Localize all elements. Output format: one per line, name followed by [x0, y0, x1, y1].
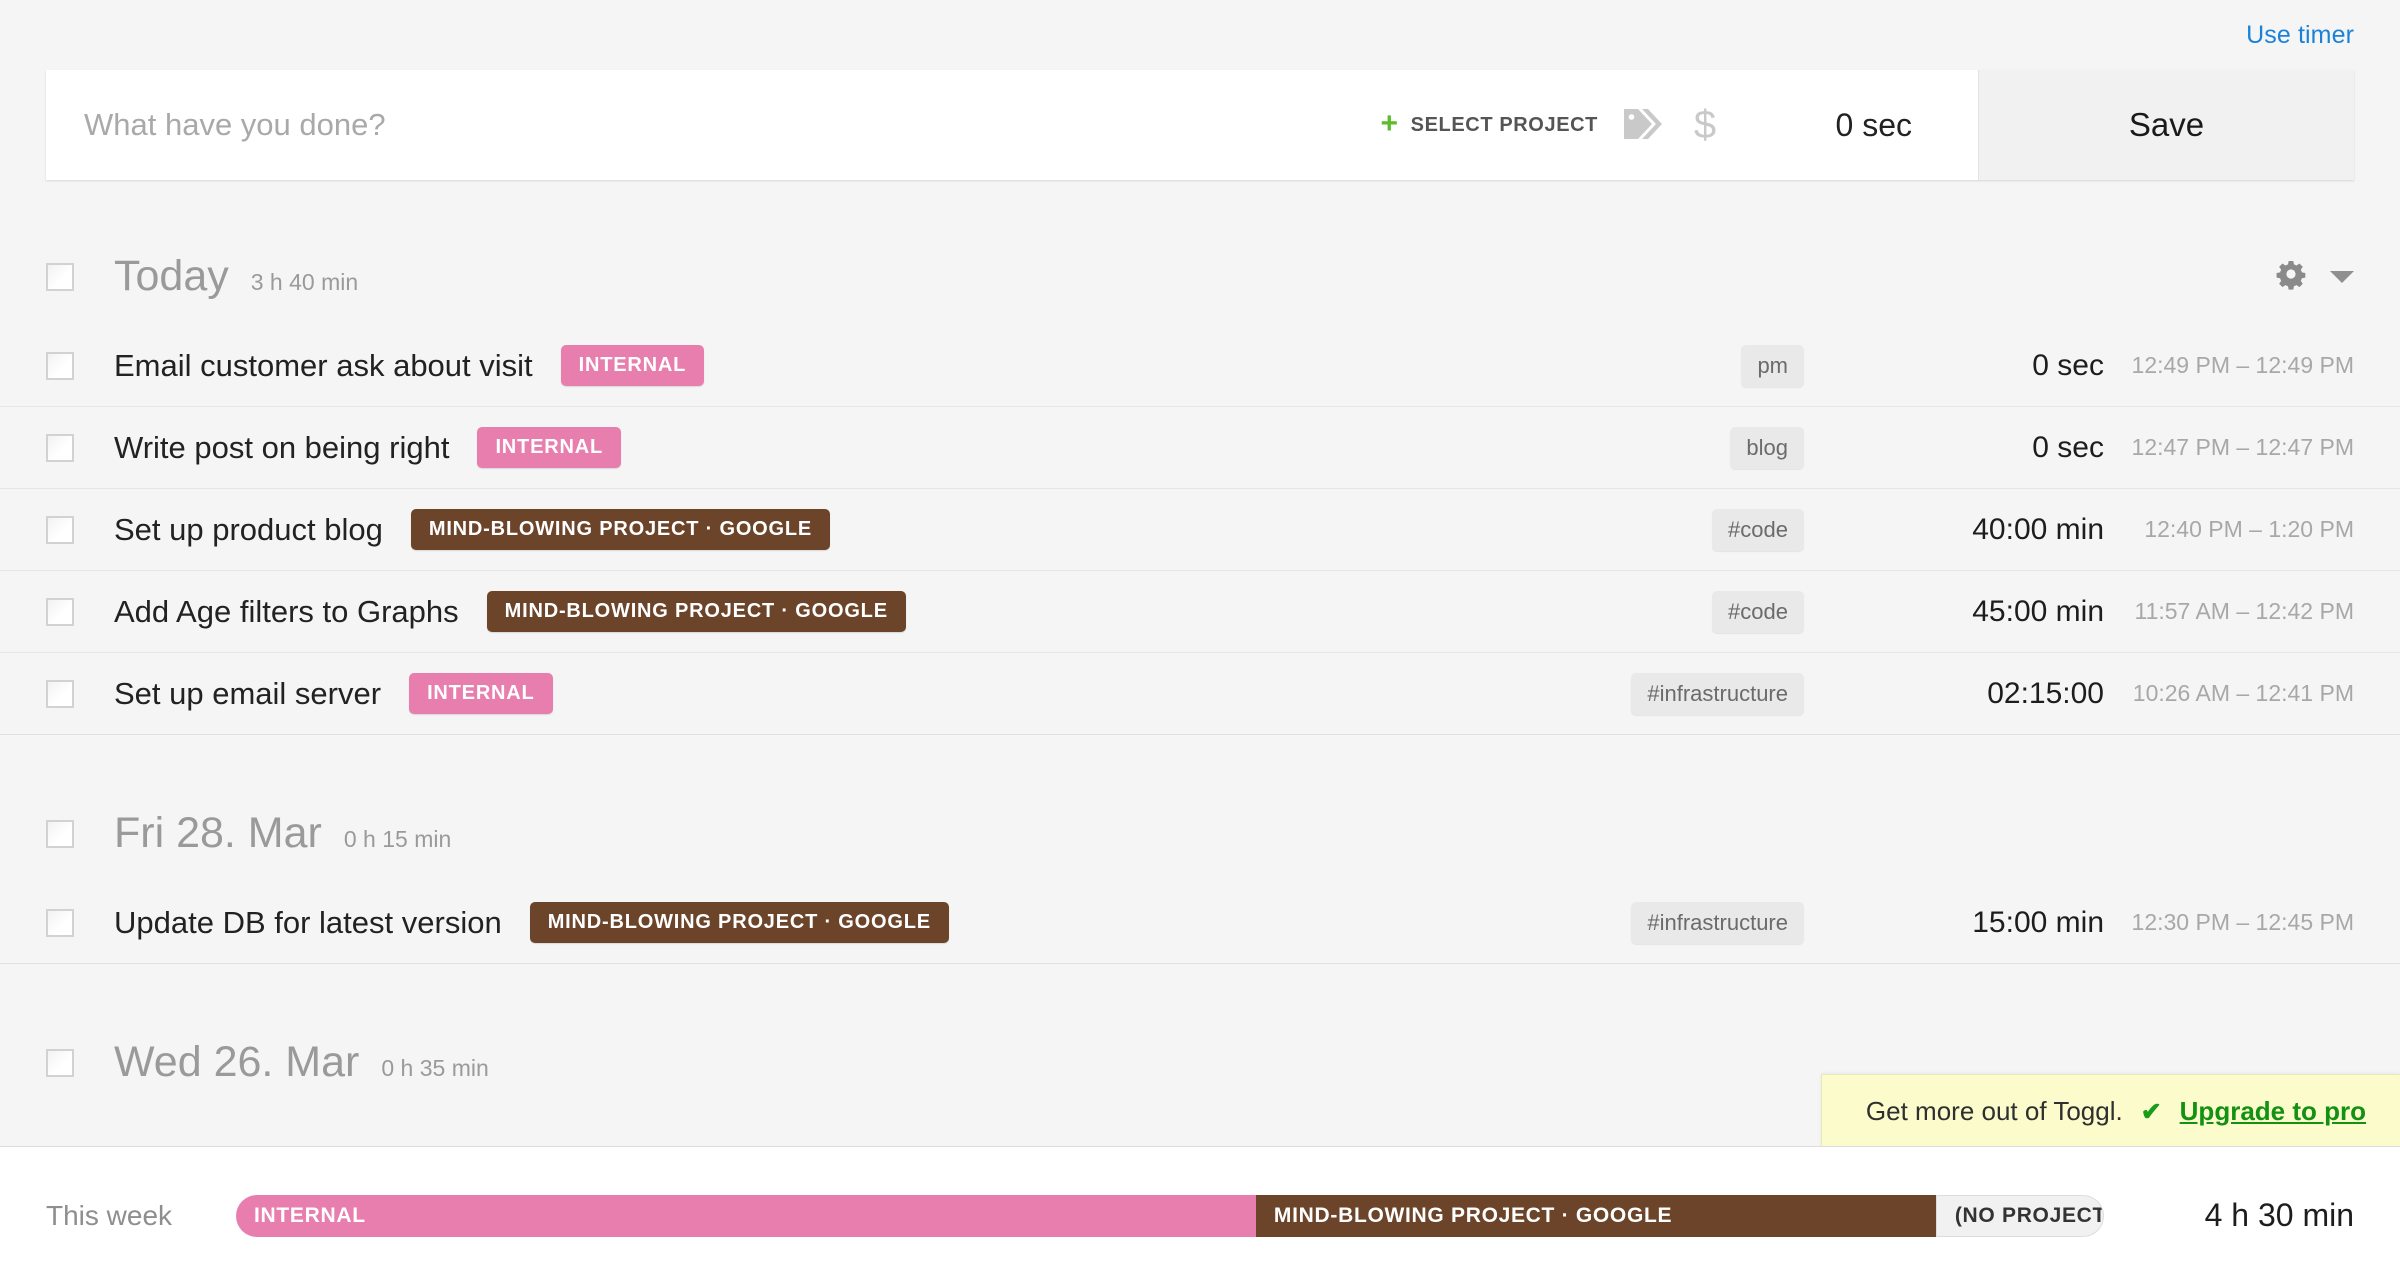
- table-row[interactable]: Write post on being right INTERNAL blog …: [0, 407, 2400, 489]
- day-spacer: [0, 964, 2400, 1014]
- entry-duration[interactable]: 0 sec: [1804, 431, 2104, 465]
- row-select-checkbox[interactable]: [46, 515, 74, 544]
- description-input[interactable]: [84, 104, 1367, 146]
- entry-title: Set up email server: [114, 675, 382, 711]
- entry-title: Email customer ask about visit: [114, 347, 533, 383]
- day-total: 0 h 35 min: [381, 1055, 489, 1081]
- table-row[interactable]: Set up email server INTERNAL #infrastruc…: [0, 653, 2400, 735]
- row-right: #infrastructure 02:15:00 10:26 AM – 12:4…: [1631, 672, 2354, 715]
- svg-text:$: $: [1694, 103, 1716, 147]
- row-select-checkbox[interactable]: [46, 679, 74, 708]
- week-label: This week: [46, 1199, 173, 1231]
- day-header-fri-28-mar: Fri 28. Mar 0 h 15 min: [0, 785, 2400, 882]
- toggl-timer-page: Use timer + SELECT PROJECT: [0, 0, 2400, 1284]
- upgrade-banner: Get more out of Toggl. ✔ Upgrade to pro: [1820, 1074, 2400, 1148]
- project-badge[interactable]: INTERNAL: [560, 345, 705, 386]
- day-select-checkbox[interactable]: [46, 262, 74, 291]
- table-row[interactable]: Email customer ask about visit INTERNAL …: [0, 325, 2400, 407]
- project-badge[interactable]: MIND-BLOWING PROJECT · GOOGLE: [486, 591, 906, 632]
- row-select-checkbox[interactable]: [46, 908, 74, 937]
- row-select-checkbox[interactable]: [46, 351, 74, 380]
- gear-icon[interactable]: [2274, 257, 2308, 296]
- use-timer-link[interactable]: Use timer: [2246, 21, 2354, 50]
- entry-time-range[interactable]: 10:26 AM – 12:41 PM: [2104, 680, 2354, 707]
- use-timer-row: Use timer: [0, 0, 2400, 70]
- day-title: Today: [114, 252, 229, 300]
- entry-duration[interactable]: 40:00 min: [1804, 513, 2104, 547]
- table-row[interactable]: Add Age filters to Graphs MIND-BLOWING P…: [0, 571, 2400, 653]
- day-select-checkbox[interactable]: [46, 819, 74, 848]
- tag-chip[interactable]: blog: [1730, 426, 1804, 469]
- row-right: #infrastructure 15:00 min 12:30 PM – 12:…: [1631, 901, 2354, 944]
- entry-time-range[interactable]: 12:40 PM – 1:20 PM: [2104, 516, 2354, 543]
- project-badge[interactable]: MIND-BLOWING PROJECT · GOOGLE: [529, 902, 949, 943]
- time-entry-form-left: + SELECT PROJECT $ 0 sec: [46, 70, 1978, 180]
- tag-chip[interactable]: #code: [1712, 590, 1804, 633]
- entry-title: Add Age filters to Graphs: [114, 593, 459, 629]
- row-select-checkbox[interactable]: [46, 433, 74, 462]
- table-row[interactable]: Set up product blog MIND-BLOWING PROJECT…: [0, 489, 2400, 571]
- entry-duration[interactable]: 45:00 min: [1804, 595, 2104, 629]
- plus-icon: +: [1380, 107, 1399, 140]
- day-title: Wed 26. Mar: [114, 1038, 360, 1086]
- day-total: 3 h 40 min: [250, 269, 359, 295]
- select-project-label: SELECT PROJECT: [1410, 113, 1598, 136]
- tag-chip[interactable]: pm: [1741, 344, 1804, 387]
- week-bar-segment[interactable]: (NO PROJECT): [1935, 1194, 2104, 1237]
- tag-chip[interactable]: #infrastructure: [1631, 672, 1804, 715]
- project-badge[interactable]: INTERNAL: [409, 673, 553, 714]
- day-total: 0 h 15 min: [343, 826, 452, 852]
- week-total: 4 h 30 min: [2204, 1197, 2354, 1233]
- week-bar-segment[interactable]: MIND-BLOWING PROJECT · GOOGLE: [1255, 1194, 1936, 1237]
- day-header-today: Today 3 h 40 min: [0, 228, 2400, 325]
- week-bar: INTERNAL MIND-BLOWING PROJECT · GOOGLE (…: [236, 1194, 2104, 1237]
- upgrade-banner-text: Get more out of Toggl.: [1865, 1096, 2123, 1126]
- week-bar-segment[interactable]: INTERNAL: [236, 1194, 1256, 1237]
- check-icon: ✔: [2140, 1097, 2162, 1126]
- dollar-icon[interactable]: $: [1674, 102, 1736, 148]
- time-entries-list: Today 3 h 40 min Email customer ask abou…: [0, 228, 2400, 1146]
- row-select-checkbox[interactable]: [46, 597, 74, 626]
- entry-duration[interactable]: 0 sec: [1804, 349, 2104, 383]
- entry-time-range[interactable]: 12:47 PM – 12:47 PM: [2104, 434, 2354, 461]
- entry-duration[interactable]: 15:00 min: [1804, 906, 2104, 940]
- row-right: blog 0 sec 12:47 PM – 12:47 PM: [1730, 426, 2354, 469]
- chevron-down-icon[interactable]: [2330, 270, 2354, 283]
- save-button[interactable]: Save: [1978, 70, 2354, 180]
- entry-time-range[interactable]: 12:30 PM – 12:45 PM: [2104, 909, 2354, 936]
- entry-title: Write post on being right: [114, 429, 450, 465]
- upgrade-to-pro-link[interactable]: Upgrade to pro: [2180, 1096, 2366, 1127]
- tag-chip[interactable]: #infrastructure: [1631, 901, 1804, 944]
- entry-duration[interactable]: 0 sec: [1792, 107, 1912, 144]
- time-entry-form: + SELECT PROJECT $ 0 sec Sav: [46, 70, 2354, 180]
- row-right: #code 40:00 min 12:40 PM – 1:20 PM: [1712, 508, 2354, 551]
- tag-chip[interactable]: #code: [1712, 508, 1804, 551]
- entry-time-range[interactable]: 12:49 PM – 12:49 PM: [2104, 352, 2354, 379]
- entry-time-range[interactable]: 11:57 AM – 12:42 PM: [2104, 598, 2355, 625]
- table-row[interactable]: Update DB for latest version MIND-BLOWIN…: [0, 882, 2400, 964]
- project-badge[interactable]: INTERNAL: [477, 427, 621, 468]
- week-summary-footer: This week INTERNAL MIND-BLOWING PROJECT …: [0, 1146, 2400, 1284]
- entry-duration[interactable]: 02:15:00: [1804, 677, 2104, 711]
- day-select-checkbox[interactable]: [46, 1048, 74, 1077]
- row-right: #code 45:00 min 11:57 AM – 12:42 PM: [1712, 590, 2355, 633]
- entry-title: Update DB for latest version: [114, 904, 502, 940]
- entry-title: Set up product blog: [114, 511, 383, 547]
- day-actions: [2274, 257, 2354, 296]
- project-badge[interactable]: MIND-BLOWING PROJECT · GOOGLE: [410, 509, 831, 550]
- day-title: Fri 28. Mar: [114, 809, 322, 857]
- entry-tools: + SELECT PROJECT $: [1367, 102, 1736, 148]
- tag-icon[interactable]: [1612, 106, 1674, 144]
- select-project-button[interactable]: + SELECT PROJECT: [1367, 107, 1612, 140]
- row-right: pm 0 sec 12:49 PM – 12:49 PM: [1741, 344, 2354, 387]
- day-spacer: [0, 735, 2400, 785]
